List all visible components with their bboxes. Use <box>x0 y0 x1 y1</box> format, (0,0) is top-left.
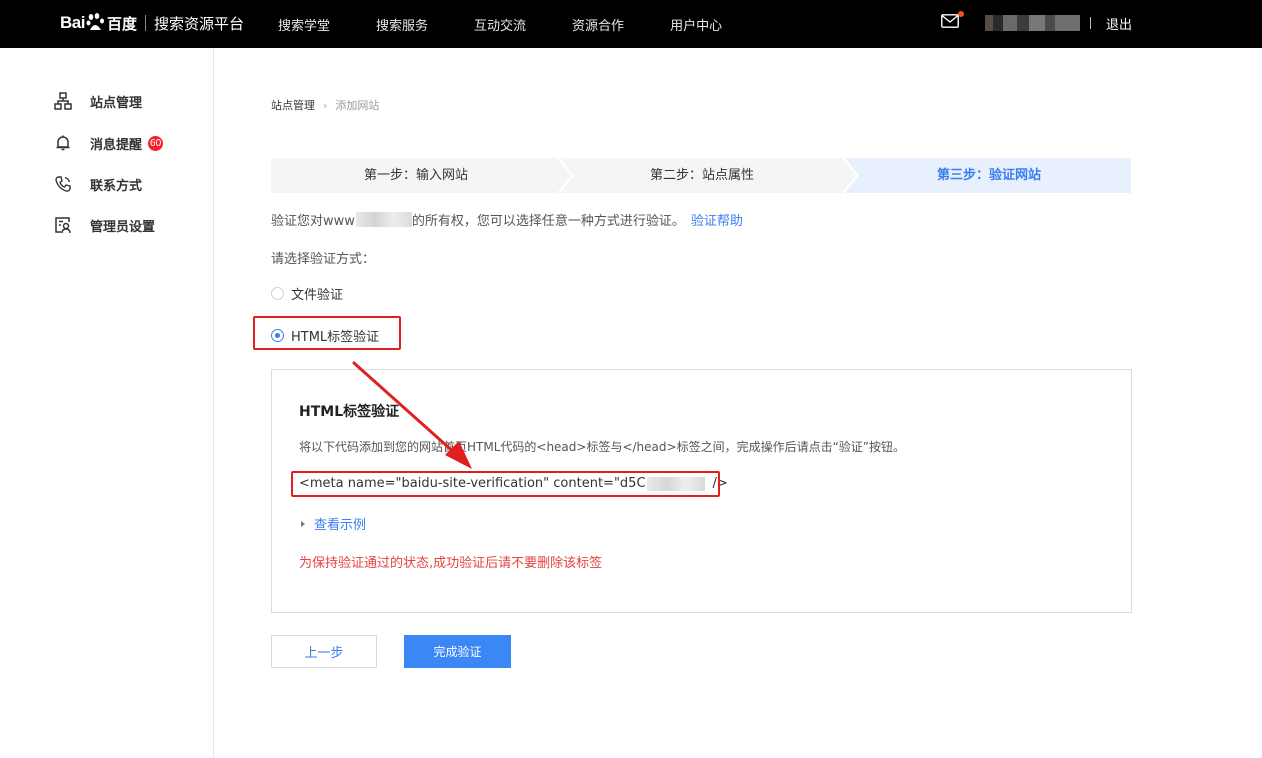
nav-search-academy[interactable]: 搜索学堂 <box>278 15 330 34</box>
chevron-right-icon: › <box>323 98 328 112</box>
sidebar-item-messages[interactable]: 消息提醒 60 <box>52 132 164 154</box>
logo-divider <box>144 15 146 31</box>
paw-icon <box>86 13 104 30</box>
admin-icon <box>52 214 74 236</box>
step-1: 第一步：输入网站 <box>364 168 469 183</box>
sitemap-icon <box>52 90 74 112</box>
message-count-badge: 60 <box>148 135 164 151</box>
breadcrumb: 站点管理 › 添加网站 <box>271 97 379 113</box>
steps-bar: 第一步：输入网站 第二步：站点属性 第三步：验证网站 <box>271 158 1131 193</box>
verification-intro: 验证您对www 的所有权，您可以选择任意一种方式进行验证。 验证帮助 <box>271 210 743 229</box>
phone-icon <box>52 173 74 195</box>
sidebar-item-label: 站点管理 <box>90 95 143 111</box>
top-bar: Bai 百度 搜索资源平台 搜索学堂 搜索服务 互动交流 资源合作 用户中心 退… <box>0 0 1262 48</box>
view-example-label: 查看示例 <box>314 518 367 533</box>
unread-dot <box>958 11 964 17</box>
choose-method-label: 请选择验证方式： <box>271 252 376 267</box>
sidebar: 站点管理 消息提醒 60 联系方式 管理员设置 <box>0 48 214 758</box>
nav-user-center[interactable]: 用户中心 <box>670 15 722 34</box>
sidebar-item-site-management[interactable]: 站点管理 <box>52 90 142 112</box>
complete-verification-button[interactable]: 完成验证 <box>404 635 511 668</box>
logo-text-bai: Bai <box>60 13 85 32</box>
verification-help-link[interactable]: 验证帮助 <box>691 210 743 229</box>
nav-interaction[interactable]: 互动交流 <box>474 15 526 34</box>
previous-step-button[interactable]: 上一步 <box>271 635 377 668</box>
sidebar-item-label: 联系方式 <box>90 178 143 194</box>
breadcrumb-current: 添加网站 <box>335 99 380 112</box>
domain-redacted <box>355 212 412 227</box>
logout-link[interactable]: 退出 <box>1106 14 1132 33</box>
sidebar-item-contact[interactable]: 联系方式 <box>52 173 142 195</box>
step-2: 第二步：站点属性 <box>650 168 755 183</box>
username-redacted[interactable] <box>985 15 1080 31</box>
top-divider <box>1090 17 1091 29</box>
sidebar-item-label: 管理员设置 <box>90 219 156 235</box>
panel-description: 将以下代码添加到您的网站首页HTML代码的<head>标签与</head>标签之… <box>299 440 906 454</box>
breadcrumb-parent[interactable]: 站点管理 <box>271 97 315 113</box>
mail-icon[interactable] <box>941 14 959 28</box>
sidebar-item-label: 消息提醒 <box>90 137 143 153</box>
warning-text: 为保持验证通过的状态,成功验证后请不要删除该标签 <box>299 556 603 571</box>
caret-right-icon <box>301 520 305 527</box>
intro-prefix: 验证您对www <box>271 214 355 229</box>
annotation-highlight-code <box>291 471 720 497</box>
annotation-highlight-radio <box>253 316 401 350</box>
nav-search-service[interactable]: 搜索服务 <box>376 15 428 34</box>
radio-label: 文件验证 <box>291 288 344 303</box>
baidu-logo[interactable]: Bai 百度 搜索资源平台 <box>60 8 244 38</box>
platform-title: 搜索资源平台 <box>153 14 244 33</box>
intro-suffix: 的所有权，您可以选择任意一种方式进行验证。 <box>411 214 685 229</box>
top-nav: 搜索学堂 搜索服务 互动交流 资源合作 用户中心 <box>278 0 768 48</box>
radio-button[interactable] <box>271 287 284 300</box>
panel-title: HTML标签验证 <box>299 404 400 420</box>
step-3-active: 第三步：验证网站 <box>937 168 1042 183</box>
logo-text-baidu: 百度 <box>106 14 137 33</box>
sidebar-item-admin-settings[interactable]: 管理员设置 <box>52 214 155 236</box>
view-example-toggle[interactable]: 查看示例 <box>301 514 366 533</box>
nav-resource-cooperation[interactable]: 资源合作 <box>572 15 624 34</box>
bell-icon <box>52 132 74 154</box>
radio-file-verification[interactable]: 文件验证 <box>271 284 343 303</box>
